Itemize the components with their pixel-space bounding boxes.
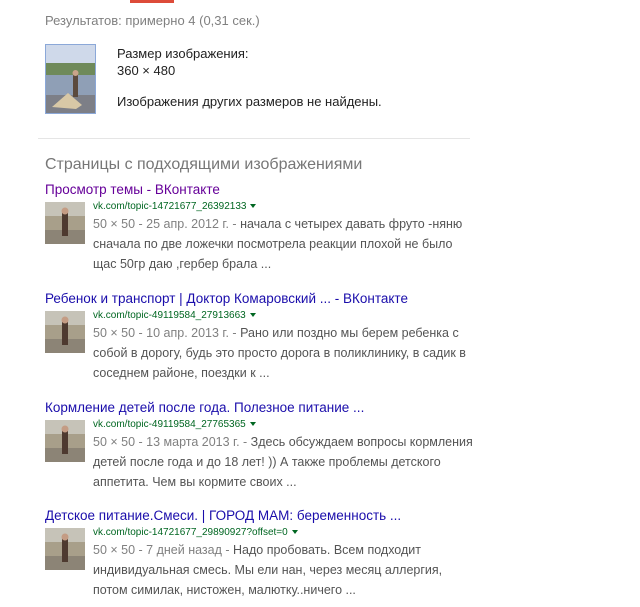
url-dropdown-arrow-icon[interactable] (249, 313, 256, 318)
result-thumbnail-picture (45, 420, 85, 462)
result-title-link[interactable]: Ребенок и транспорт | Доктор Комаровский… (45, 290, 465, 307)
result-body: vk.com/topic-49119584_27765365 50 × 50 -… (93, 418, 473, 492)
result-meta: 50 × 50 - 25 апр. 2012 г. - (93, 217, 237, 231)
url-dropdown-arrow-icon[interactable] (249, 422, 256, 427)
result-url[interactable]: vk.com/topic-14721677_26392133 (93, 201, 246, 212)
result-thumbnail-picture (45, 311, 85, 353)
result-meta: 50 × 50 - 7 дней назад - (93, 543, 230, 557)
result-title-link[interactable]: Детское питание.Смеси. | ГОРОД МАМ: бере… (45, 507, 465, 524)
result-url-line: vk.com/topic-14721677_29890927?offset=0 (93, 526, 473, 539)
result-thumbnail[interactable] (45, 202, 85, 244)
active-tab-indicator (130, 0, 174, 3)
image-size-value: 360 × 480 (117, 63, 176, 78)
result-url-line: vk.com/topic-49119584_27913663 (93, 309, 473, 322)
result-body: vk.com/topic-14721677_29890927?offset=0 … (93, 526, 473, 600)
image-size-label: Размер изображения: (117, 46, 249, 61)
result-title-link[interactable]: Кормление детей после года. Полезное пит… (45, 399, 465, 416)
result-item: Просмотр темы - ВКонтакте vk.com/topic-1… (45, 181, 465, 271)
other-sizes-message: Изображения других размеров не найдены. (117, 94, 382, 109)
result-thumbnail[interactable] (45, 528, 85, 570)
result-stats: Результатов: примерно 4 (0,31 сек.) (45, 13, 260, 28)
result-thumbnail[interactable] (45, 420, 85, 462)
result-thumbnail[interactable] (45, 311, 85, 353)
result-url[interactable]: vk.com/topic-49119584_27765365 (93, 419, 246, 430)
result-url[interactable]: vk.com/topic-49119584_27913663 (93, 310, 246, 321)
search-results-page: Результатов: примерно 4 (0,31 сек.) Разм… (0, 0, 640, 607)
result-title-link[interactable]: Просмотр темы - ВКонтакте (45, 181, 465, 198)
result-item: Ребенок и транспорт | Доктор Комаровский… (45, 290, 466, 380)
section-divider (38, 138, 470, 139)
result-snippet-block: 50 × 50 - 10 апр. 2013 г. - Рано или поз… (93, 323, 473, 383)
result-snippet-block: 50 × 50 - 13 марта 2013 г. - Здесь обсуж… (93, 432, 473, 492)
result-meta: 50 × 50 - 13 марта 2013 г. - (93, 435, 248, 449)
pages-with-matching-images-heading: Страницы с подходящими изображениями (45, 156, 363, 173)
image-info-panel: Размер изображения: 360 × 480 Изображени… (45, 44, 505, 114)
source-image-thumbnail[interactable] (45, 44, 96, 114)
result-snippet-block: 50 × 50 - 7 дней назад - Надо пробовать.… (93, 540, 473, 600)
result-thumbnail-picture (45, 528, 85, 570)
result-snippet-block: 50 × 50 - 25 апр. 2012 г. - начала с чет… (93, 214, 473, 274)
result-body: vk.com/topic-14721677_26392133 50 × 50 -… (93, 200, 473, 274)
result-item: Кормление детей после года. Полезное пит… (45, 399, 473, 489)
result-url[interactable]: vk.com/topic-14721677_29890927?offset=0 (93, 527, 288, 538)
result-meta: 50 × 50 - 10 апр. 2013 г. - (93, 326, 237, 340)
result-thumbnail-picture (45, 202, 85, 244)
source-image-picture (46, 45, 95, 113)
url-dropdown-arrow-icon[interactable] (291, 530, 298, 535)
result-url-line: vk.com/topic-49119584_27765365 (93, 418, 473, 431)
result-url-line: vk.com/topic-14721677_26392133 (93, 200, 473, 213)
url-dropdown-arrow-icon[interactable] (250, 204, 257, 209)
result-body: vk.com/topic-49119584_27913663 50 × 50 -… (93, 309, 473, 383)
result-item: Детское питание.Смеси. | ГОРОД МАМ: бере… (45, 507, 465, 602)
